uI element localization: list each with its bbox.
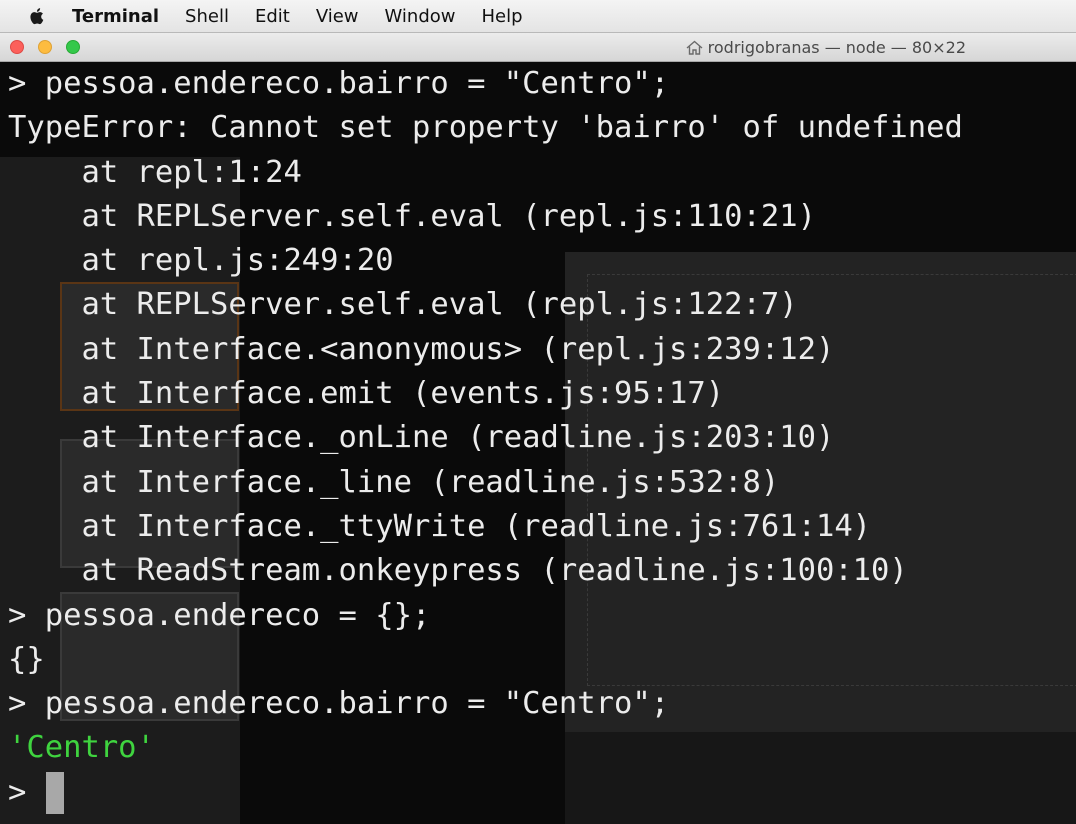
menu-help[interactable]: Help: [469, 6, 536, 27]
prompt-line[interactable]: >: [8, 771, 963, 815]
prompt-symbol: >: [8, 774, 27, 810]
terminal-line: at Interface._line (readline.js:532:8): [8, 464, 780, 500]
menu-terminal[interactable]: Terminal: [62, 6, 172, 27]
terminal-line: {}: [8, 641, 45, 677]
menu-window[interactable]: Window: [372, 6, 469, 27]
terminal-line: at Interface._onLine (readline.js:203:10…: [8, 420, 835, 456]
terminal-line: at Interface.<anonymous> (repl.js:239:12…: [8, 331, 835, 367]
close-window-button[interactable]: [10, 40, 24, 54]
terminal-lines: > pessoa.endereco.bairro = "Centro"; Typ…: [8, 62, 963, 815]
terminal-line: at ReadStream.onkeypress (readline.js:10…: [8, 553, 908, 589]
terminal-line: > pessoa.endereco = {};: [8, 597, 431, 633]
terminal-line: at Interface.emit (events.js:95:17): [8, 376, 725, 412]
text-cursor: [46, 771, 65, 814]
terminal-line: at Interface._ttyWrite (readline.js:761:…: [8, 508, 872, 544]
terminal-line: TypeError: Cannot set property 'bairro' …: [8, 110, 963, 146]
terminal-line-result: 'Centro': [8, 730, 155, 766]
menu-view[interactable]: View: [303, 6, 372, 27]
menu-edit[interactable]: Edit: [242, 6, 303, 27]
window-title-bar[interactable]: rodrigobranas — node — 80×22: [0, 33, 1076, 62]
terminal-line: at repl:1:24: [8, 154, 302, 190]
window-title: rodrigobranas — node — 80×22: [686, 36, 966, 58]
terminal-output[interactable]: > pessoa.endereco.bairro = "Centro"; Typ…: [0, 62, 1076, 824]
apple-logo-icon[interactable]: [26, 5, 48, 27]
terminal-line: > pessoa.endereco.bairro = "Centro";: [8, 686, 670, 722]
zoom-window-button[interactable]: [66, 40, 80, 54]
home-icon: [686, 40, 703, 55]
terminal-line: > pessoa.endereco.bairro = "Centro";: [8, 66, 670, 101]
menu-bar: Terminal Shell Edit View Window Help: [0, 0, 1076, 33]
minimize-window-button[interactable]: [38, 40, 52, 54]
terminal-line: at REPLServer.self.eval (repl.js:122:7): [8, 287, 798, 323]
menu-shell[interactable]: Shell: [172, 6, 242, 27]
window-title-text: rodrigobranas — node — 80×22: [707, 37, 966, 57]
terminal-line: at repl.js:249:20: [8, 243, 394, 279]
terminal-line: at REPLServer.self.eval (repl.js:110:21): [8, 198, 816, 234]
